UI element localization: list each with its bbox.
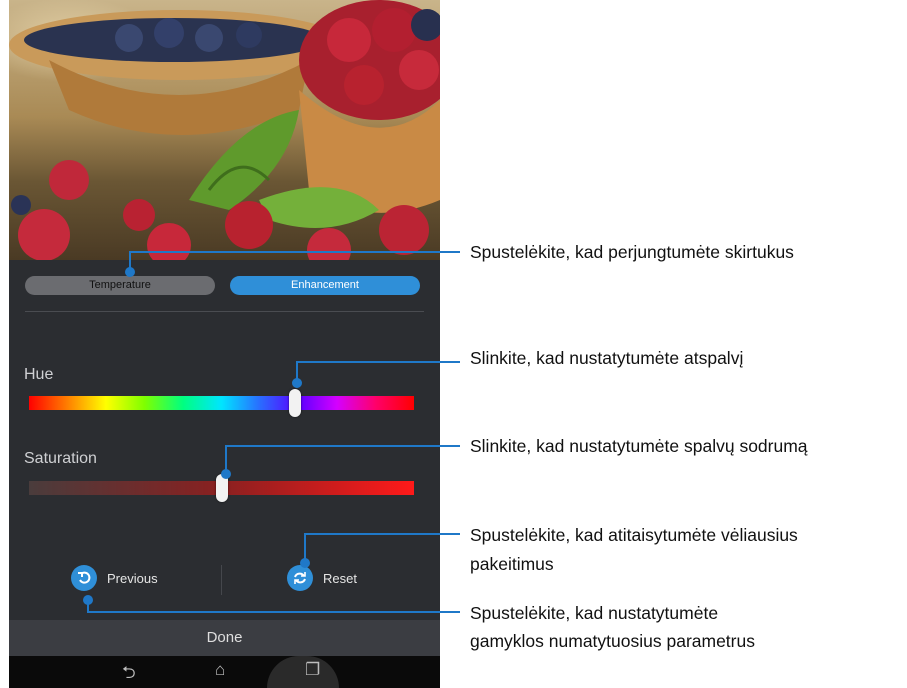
callout-previous-line1: Spustelėkite, kad nustatytumėte	[470, 603, 719, 623]
callout-hue: Slinkite, kad nustatytumėte atspalvį	[470, 348, 744, 368]
callout-reset-line2: pakeitimus	[470, 554, 554, 574]
callout-lines	[83, 251, 460, 613]
callout-previous-line2: gamyklos numatytuosius parametrus	[470, 631, 755, 651]
callout-reset-line1: Spustelėkite, kad atitaisytumėte vėliaus…	[470, 525, 798, 545]
callout-tabs: Spustelėkite, kad perjungtumėte skirtuku…	[470, 242, 794, 262]
callout-saturation: Slinkite, kad nustatytumėte spalvų sodru…	[470, 436, 808, 456]
